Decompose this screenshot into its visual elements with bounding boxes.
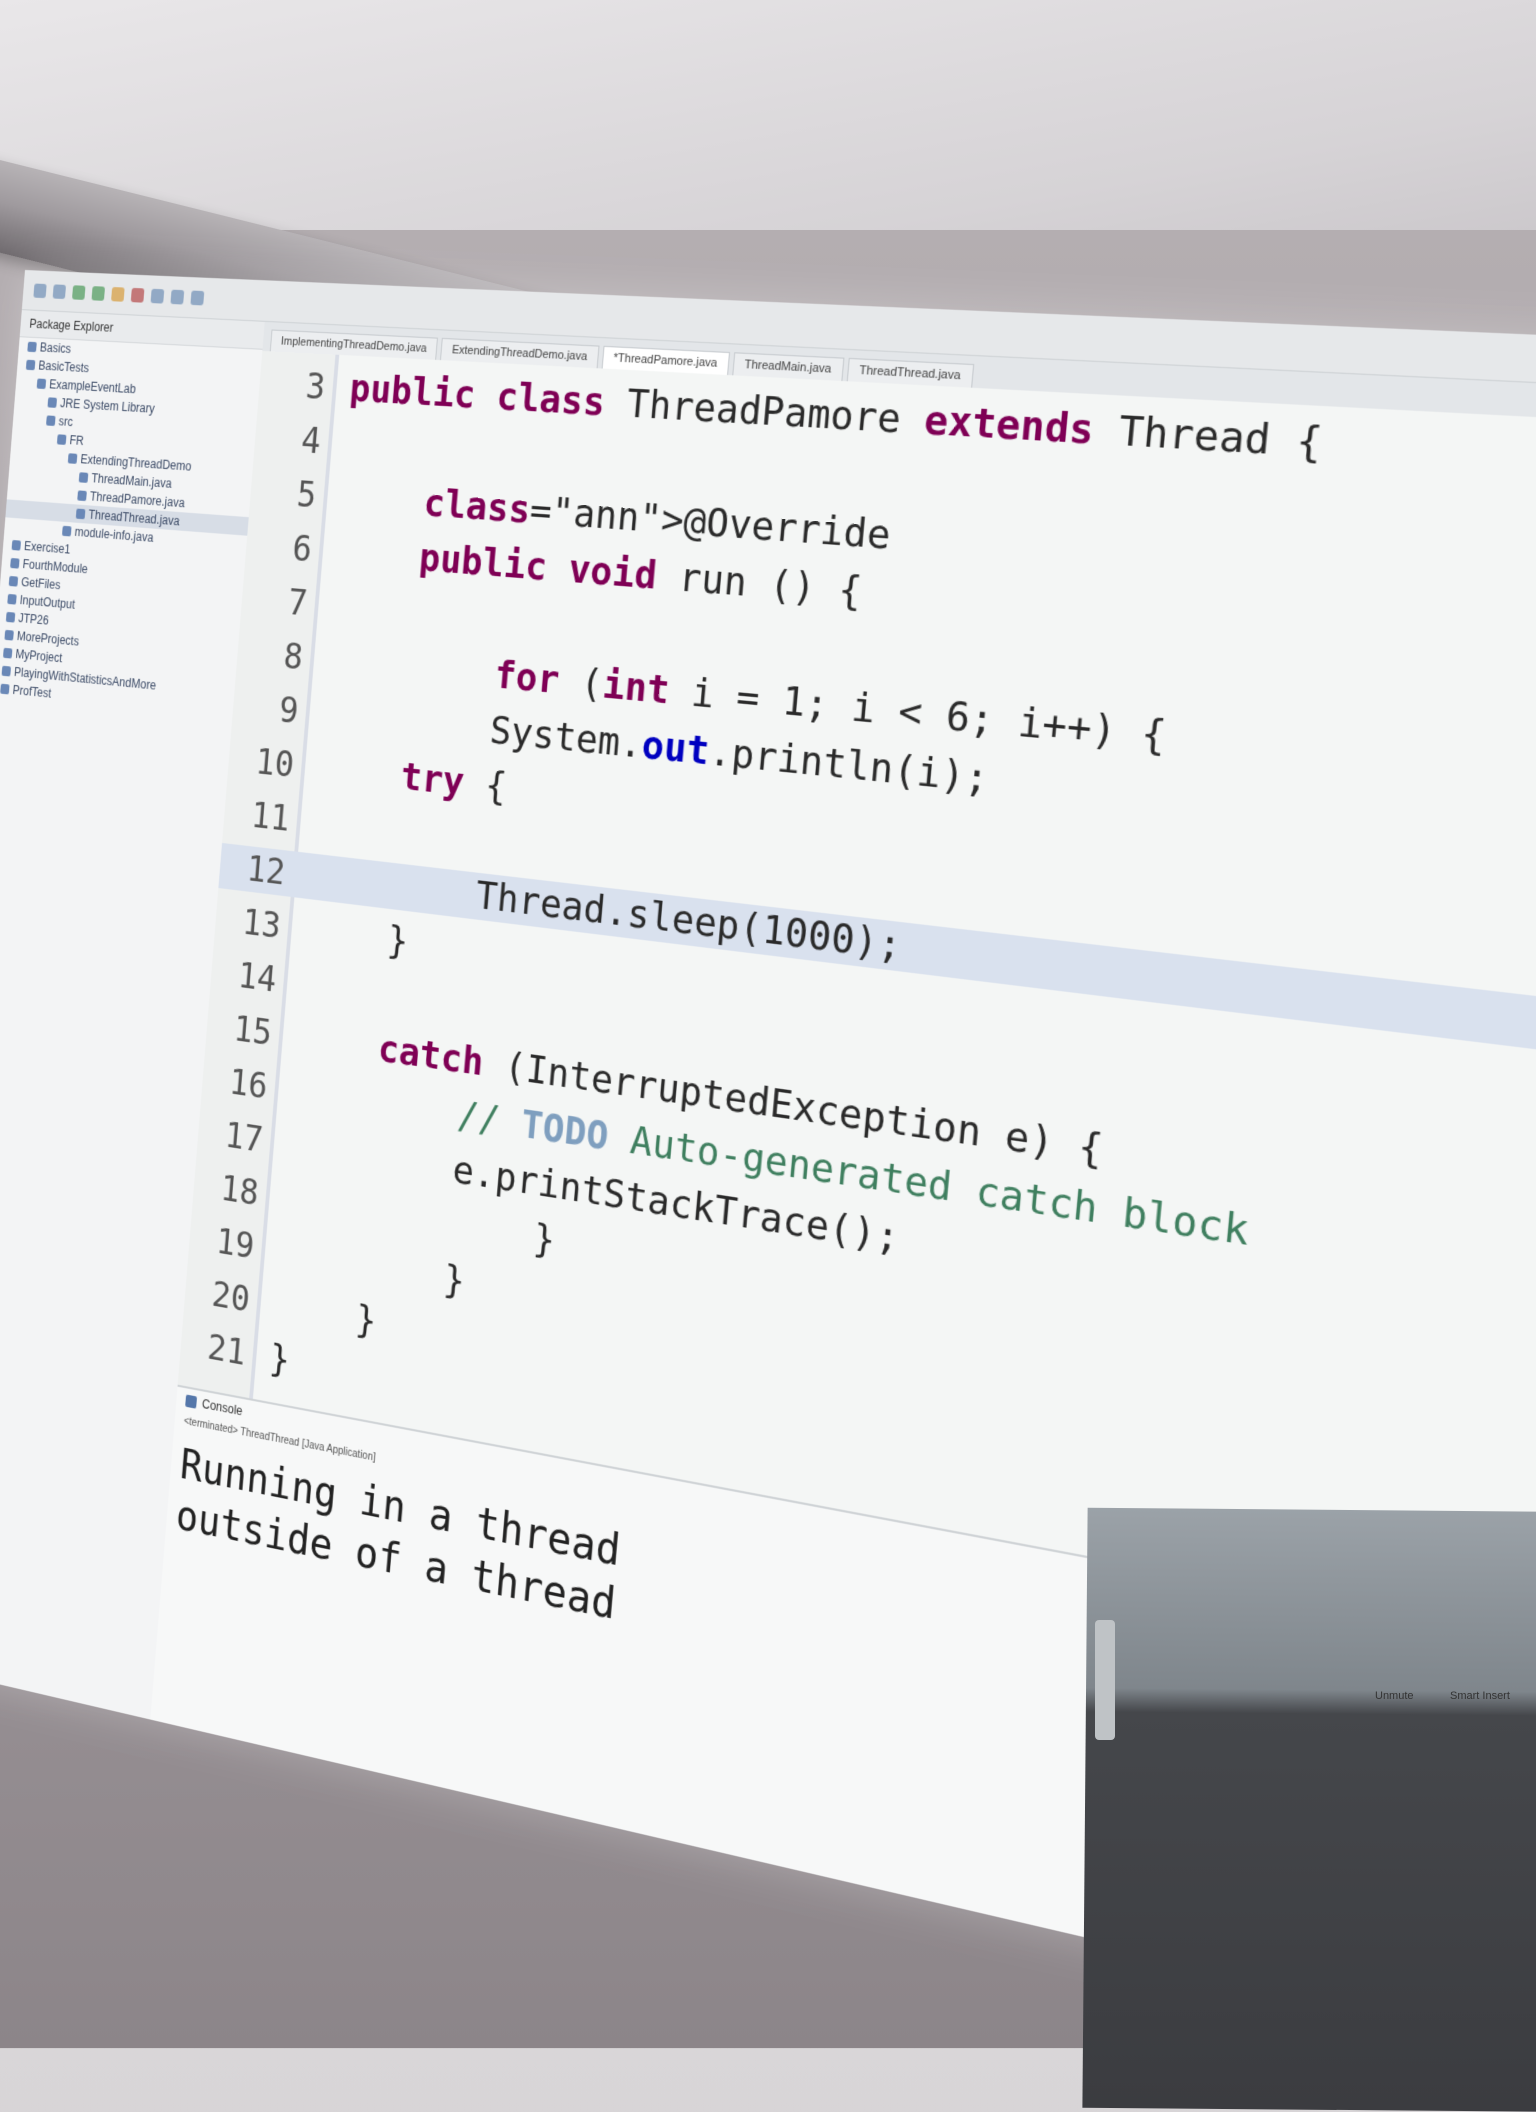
code-text: try {	[399, 754, 509, 810]
tree-item-label: ProfTest	[12, 682, 52, 701]
line-number: 7	[286, 581, 309, 625]
navigate-back-icon[interactable]	[170, 289, 185, 305]
run-icon[interactable]	[91, 285, 106, 301]
new-file-icon[interactable]	[33, 283, 47, 298]
foreground-monitor	[1082, 1507, 1536, 2112]
tree-node-icon	[8, 575, 19, 587]
line-number: 14	[236, 954, 278, 1002]
line-number: 10	[254, 741, 296, 787]
search-icon[interactable]	[150, 288, 165, 304]
tree-node-icon	[2, 647, 13, 659]
tree-node-icon	[1, 665, 12, 677]
line-number: 8	[281, 635, 305, 679]
line-number: 16	[227, 1061, 270, 1108]
tree-node-icon	[10, 557, 20, 569]
code-text: }	[303, 908, 410, 964]
tree-node-icon	[77, 490, 87, 502]
code-text: }	[267, 1336, 292, 1383]
line-number: 11	[249, 794, 292, 841]
line-number: 12	[245, 848, 287, 894]
line-number: 4	[299, 419, 323, 463]
code-text: }	[272, 1283, 378, 1344]
build-icon[interactable]	[111, 286, 125, 302]
line-number: 13	[240, 901, 283, 948]
line-number: 5	[295, 473, 318, 517]
debug-icon[interactable]	[72, 284, 86, 300]
status-label-unmute: Unmute	[1375, 1690, 1414, 1702]
navigate-forward-icon[interactable]	[190, 290, 205, 305]
tree-node-icon	[25, 359, 36, 371]
line-number: 15	[232, 1008, 274, 1055]
status-label-insert: Smart Insert	[1450, 1690, 1510, 1702]
project-tree: Basics BasicTests ExampleEventLab JRE Syste…	[0, 337, 262, 721]
monitor-hinge	[1095, 1620, 1115, 1740]
tree-node-icon	[56, 434, 67, 445]
line-number: 3	[304, 365, 327, 409]
tree-node-icon	[27, 341, 37, 353]
tree-node-icon	[67, 453, 78, 464]
tree-node-icon	[75, 508, 86, 520]
tree-node-icon	[0, 683, 10, 695]
tree-node-icon	[5, 611, 16, 623]
tree-node-icon	[61, 525, 72, 537]
tree-node-icon	[78, 472, 89, 483]
tree-node-icon	[7, 593, 17, 605]
tree-item-label: Basics	[39, 340, 72, 357]
console-icon	[185, 1394, 198, 1409]
tree-item-label: src	[58, 414, 74, 430]
tree-node-icon	[46, 415, 56, 427]
stop-icon[interactable]	[130, 287, 145, 303]
line-number: 6	[290, 527, 314, 571]
tree-node-icon	[47, 397, 58, 408]
tree-item-label: FR	[69, 433, 85, 449]
tree-node-icon	[11, 539, 22, 551]
save-icon[interactable]	[52, 283, 67, 299]
tree-node-icon	[36, 378, 47, 390]
line-number: 9	[277, 689, 301, 733]
tree-node-icon	[4, 629, 14, 641]
